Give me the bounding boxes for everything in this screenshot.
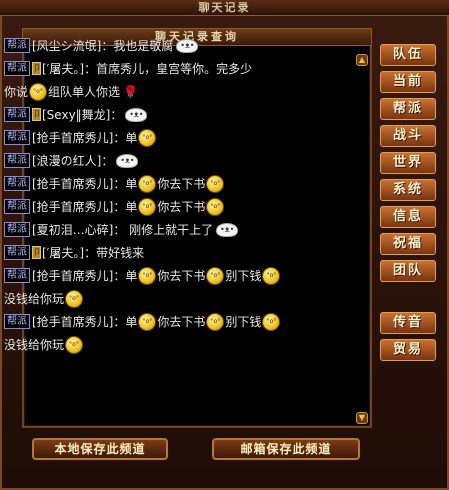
surprised-face-icon: °o° <box>65 335 84 354</box>
message-text: 别下钱 <box>225 314 262 329</box>
scroll-down-button[interactable]: ▼ <box>356 412 368 424</box>
message-row: 没钱给你玩 °o° <box>4 333 334 356</box>
guild-channel-badge: 帮派 <box>4 61 30 76</box>
message-text: 你去下书 <box>157 314 206 329</box>
message-row: 帮派卩 [Sexy‖舞龙]： •ᴥ• <box>4 103 334 126</box>
message-text: 你去下书 <box>157 199 206 214</box>
message-text: 没钱给你玩 <box>4 337 65 352</box>
channel-button[interactable]: 战斗 <box>380 125 436 147</box>
guild-channel-badge: 帮派 <box>4 199 30 214</box>
surprised-face-icon: °o° <box>138 174 157 193</box>
window-title: 聊天记录 <box>0 0 449 16</box>
npc-icon: 卩 <box>32 62 41 75</box>
guild-channel-badge: 帮派 <box>4 268 30 283</box>
channel-button[interactable]: 祝福 <box>380 233 436 255</box>
message-row: 没钱给你玩 °o° <box>4 287 334 310</box>
message-text: [夏初泪…心碎]： 刚修上就干上了 <box>32 222 214 237</box>
message-row: 帮派 [浪漫の红人]： •ᴥ• <box>4 149 334 172</box>
save-mail-button[interactable]: 邮箱保存此频道 <box>212 438 360 460</box>
message-row: 帮派 [夏初泪…心碎]： 刚修上就干上了 •ᴥ• <box>4 218 334 241</box>
message-row: 帮派 [抢手首席秀儿]：单 °o° 你去下书 °o° 别下钱 °o° <box>4 310 334 333</box>
message-row: 帮派卩 [′屠夫。]：带好钱来 <box>4 241 334 264</box>
message-text: [浪漫の红人]： <box>32 153 114 168</box>
channel-button[interactable]: 贸易 <box>380 339 436 361</box>
message-row: 你说 °o° 组队单人你选 🌹 <box>4 80 334 103</box>
channel-sidebar: 队伍当前帮派战斗世界系统信息祝福团队传音贸易 <box>380 44 440 366</box>
surprised-face-icon: °o° <box>206 197 225 216</box>
guild-channel-badge: 帮派 <box>4 222 30 237</box>
npc-icon: 卩 <box>32 246 41 259</box>
message-text: [抢手首席秀儿]：单 <box>32 268 138 283</box>
message-text: [风尘シ流氓]：我也是敬腐 <box>32 38 174 53</box>
save-local-button[interactable]: 本地保存此频道 <box>32 438 168 460</box>
bottom-bar: 本地保存此频道 邮箱保存此频道 <box>0 432 449 490</box>
message-text: 组队单人你选 <box>48 84 121 99</box>
message-text: [抢手首席秀儿]：单 <box>32 176 138 191</box>
surprised-face-icon: °o° <box>262 312 281 331</box>
ghost-emote-icon: •ᴥ• <box>116 153 139 168</box>
npc-icon: 卩 <box>32 108 41 121</box>
channel-button[interactable]: 队伍 <box>380 44 436 66</box>
guild-channel-badge: 帮派 <box>4 176 30 191</box>
message-text: [抢手首席秀儿]：单 <box>32 314 138 329</box>
guild-channel-badge: 帮派 <box>4 130 30 145</box>
message-text: [′屠夫。]：带好钱来 <box>42 245 145 260</box>
guild-channel-badge: 帮派 <box>4 245 30 260</box>
channel-button[interactable]: 世界 <box>380 152 436 174</box>
ghost-emote-icon: •ᴥ• <box>176 38 199 53</box>
channel-button[interactable]: 帮派 <box>380 98 436 120</box>
channel-button[interactable]: 信息 <box>380 206 436 228</box>
surprised-face-icon: °o° <box>138 312 157 331</box>
channel-button[interactable]: 传音 <box>380 312 436 334</box>
surprised-face-icon: °o° <box>206 174 225 193</box>
message-text: 别下钱 <box>225 268 262 283</box>
message-row: 帮派 [抢手首席秀儿]：单 °o° 你去下书 °o° 别下钱 °o° <box>4 264 334 287</box>
surprised-face-icon: °o° <box>206 266 225 285</box>
message-row: 帮派卩 [′屠夫。]：首席秀儿，皇宫等你。完多少 <box>4 57 334 80</box>
ghost-emote-icon: •ᴥ• <box>125 107 148 122</box>
guild-channel-badge: 帮派 <box>4 107 30 122</box>
message-text: [抢手首席秀儿]：单 <box>32 130 138 145</box>
guild-channel-badge: 帮派 <box>4 38 30 53</box>
message-row: 帮派 [抢手首席秀儿]：单 °o° 你去下书 °o° <box>4 195 334 218</box>
message-text: 你去下书 <box>157 176 206 191</box>
surprised-face-icon: °o° <box>138 128 157 147</box>
surprised-face-icon: °o° <box>206 312 225 331</box>
message-text: [抢手首席秀儿]：单 <box>32 199 138 214</box>
channel-button[interactable]: 团队 <box>380 260 436 282</box>
message-list[interactable]: 帮派 [风尘シ流氓]：我也是敬腐 •ᴥ• 帮派卩 [′屠夫。]：首席秀儿，皇宫等你。完多… <box>4 34 334 356</box>
rose-icon: 🌹 <box>123 84 138 99</box>
channel-button[interactable]: 系统 <box>380 179 436 201</box>
message-row: 帮派 [抢手首席秀儿]：单 °o° 你去下书 °o° <box>4 172 334 195</box>
message-text: [Sexy‖舞龙]： <box>42 107 123 122</box>
surprised-face-icon: °o° <box>65 289 84 308</box>
surprised-face-icon: °o° <box>262 266 281 285</box>
scroll-up-button[interactable]: ▲ <box>356 54 368 66</box>
surprised-face-icon: °o° <box>29 82 48 101</box>
message-text: 你说 <box>4 84 29 99</box>
message-text: 没钱给你玩 <box>4 291 65 306</box>
guild-channel-badge: 帮派 <box>4 314 30 329</box>
ghost-emote-icon: •ᴥ• <box>216 222 239 237</box>
message-text: 你去下书 <box>157 268 206 283</box>
guild-channel-badge: 帮派 <box>4 153 30 168</box>
message-text: [′屠夫。]：首席秀儿，皇宫等你。完多少 <box>42 61 253 76</box>
surprised-face-icon: °o° <box>138 266 157 285</box>
surprised-face-icon: °o° <box>138 197 157 216</box>
message-row: 帮派 [风尘シ流氓]：我也是敬腐 •ᴥ• <box>4 34 334 57</box>
channel-button[interactable]: 当前 <box>380 71 436 93</box>
message-row: 帮派 [抢手首席秀儿]：单 °o° <box>4 126 334 149</box>
